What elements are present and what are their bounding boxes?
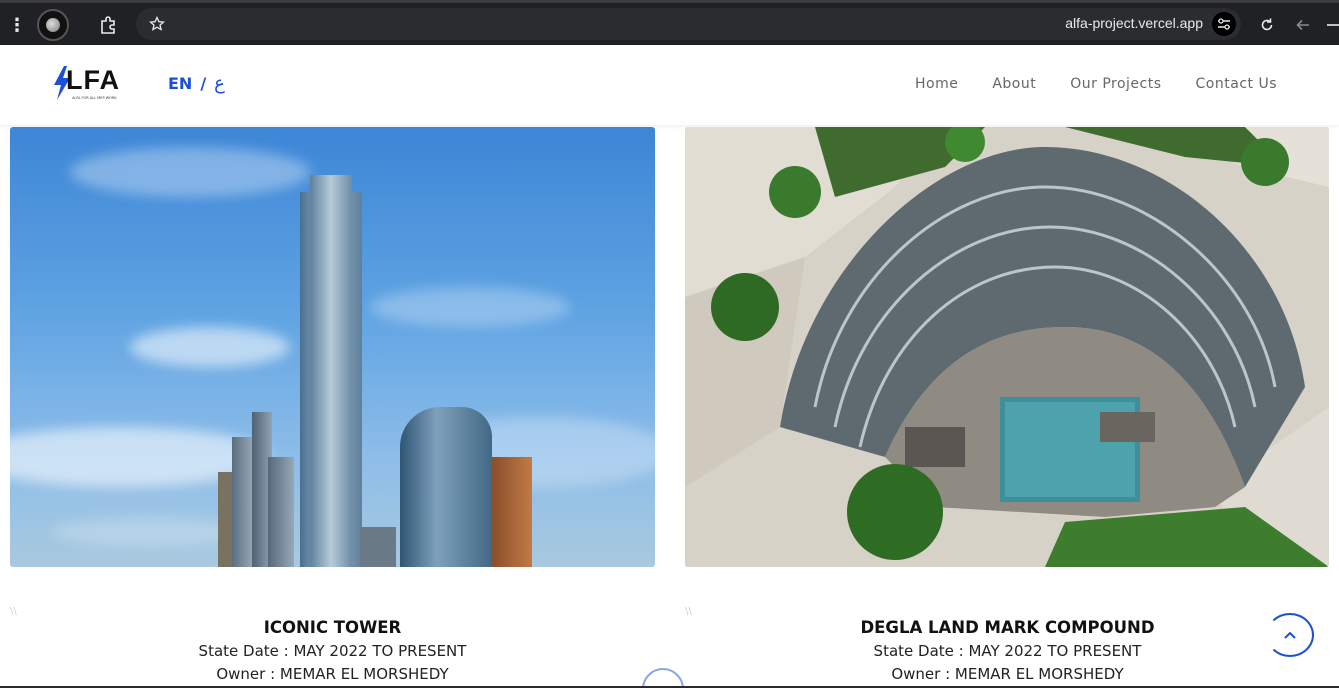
project-start-date: State Date : MAY 2022 TO PRESENT (873, 642, 1142, 660)
project-image-iconic-tower[interactable] (10, 127, 655, 567)
lang-ar-link[interactable]: ع (214, 73, 225, 94)
main-nav: Home About Our Projects Contact Us (915, 76, 1277, 92)
nav-contact-us[interactable]: Contact Us (1196, 76, 1277, 92)
project-image-degla-land-mark[interactable] (685, 127, 1329, 567)
language-switcher: EN / ع (168, 73, 225, 94)
back-icon[interactable] (1292, 11, 1314, 39)
bookmark-star-icon[interactable] (146, 10, 168, 38)
lang-separator: / (200, 74, 207, 93)
scroll-to-top-button[interactable] (1266, 613, 1314, 657)
alfa-logo[interactable]: LFA ALFA FOR ALL MEP WORK (52, 65, 132, 105)
lang-en-link[interactable]: EN (168, 74, 192, 93)
nav-about[interactable]: About (992, 76, 1036, 92)
extensions-icon[interactable] (96, 11, 120, 39)
menu-icon[interactable]: ⋮ (8, 11, 26, 39)
project-start-date: State Date : MAY 2022 TO PRESENT (198, 642, 467, 660)
project-owner: Owner : MEMAR EL MORSHEDY (216, 665, 449, 683)
site-header: LFA ALFA FOR ALL MEP WORK EN / ع Home Ab… (0, 45, 1339, 125)
project-card-degla-land-mark: DEGLA LAND MARK COMPOUND State Date : MA… (685, 618, 1330, 686)
site-settings-icon[interactable] (1212, 12, 1236, 36)
project-owner: Owner : MEMAR EL MORSHEDY (891, 665, 1124, 683)
decorative-mark: \\ (685, 606, 692, 617)
project-card-iconic-tower: ICONIC TOWER State Date : MAY 2022 TO PR… (10, 618, 655, 686)
chevron-up-icon (1284, 631, 1296, 639)
profile-avatar[interactable] (37, 9, 69, 41)
project-title: DEGLA LAND MARK COMPOUND (860, 618, 1155, 637)
nav-home[interactable]: Home (915, 76, 958, 92)
project-title: ICONIC TOWER (263, 618, 402, 637)
browser-toolbar: ⋮ alfa-project.vercel.app (0, 0, 1339, 45)
logo-tagline: ALFA FOR ALL MEP WORK (72, 96, 117, 100)
nav-our-projects[interactable]: Our Projects (1070, 76, 1161, 92)
url-text[interactable]: alfa-project.vercel.app (1065, 15, 1203, 31)
logo-text: LFA (66, 65, 120, 95)
forward-icon[interactable] (1326, 11, 1339, 39)
decorative-mark: \\ (10, 606, 17, 617)
reload-icon[interactable] (1256, 11, 1278, 39)
